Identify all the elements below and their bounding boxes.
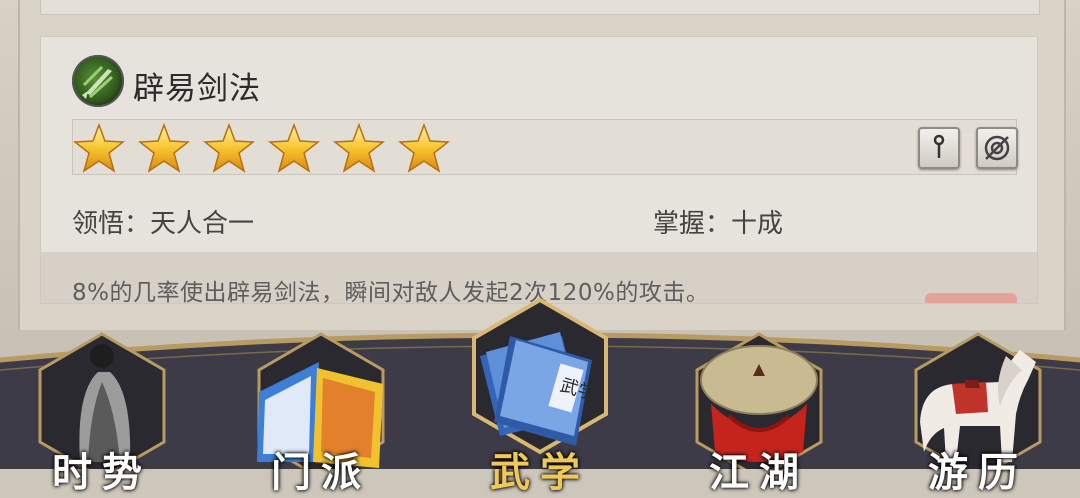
- nav-label-wuxue: 武学: [490, 449, 590, 496]
- bottom-nav: 时势 门派 武学 武学 江湖 游历: [0, 297, 1080, 496]
- star-icon: [203, 123, 255, 173]
- star-icon: [138, 123, 190, 173]
- nav-label-jianghu: 江湖: [709, 449, 809, 496]
- nav-item-jianghu[interactable]: 江湖: [689, 322, 829, 496]
- skill-description: 8%的几率使出辟易剑法，瞬间对敌人发起2次120%的攻击。: [72, 280, 710, 304]
- key-icon: [933, 134, 945, 158]
- nav-item-wuxue[interactable]: 武学 武学: [470, 296, 610, 496]
- red-badge: [925, 293, 1017, 303]
- star-rating: [73, 123, 450, 173]
- target-icon: [984, 135, 1010, 161]
- sword-skill-icon: [72, 55, 124, 107]
- comprehension-label: 领悟：天人合一: [72, 209, 255, 239]
- star-icon: [268, 123, 320, 173]
- skill-card[interactable]: 辟易剑法 领悟：天人合一 掌握：十成 8%的几率使出辟易剑法，瞬间对敌人发起2次…: [40, 36, 1038, 304]
- star-icon: [333, 123, 385, 173]
- nav-item-youli[interactable]: 游历: [908, 322, 1048, 496]
- target-icon-button[interactable]: [976, 127, 1018, 169]
- nav-item-menpai[interactable]: 门派: [251, 322, 391, 496]
- star-icon: [73, 123, 125, 173]
- star-icon: [398, 123, 450, 173]
- key-icon-button[interactable]: [918, 127, 960, 169]
- nav-label-youli: 游历: [928, 449, 1028, 496]
- star-rating-bar: [72, 119, 1018, 175]
- skill-name: 辟易剑法: [133, 71, 261, 107]
- previous-skill-card: [40, 0, 1040, 15]
- nav-item-shishi[interactable]: 时势: [32, 322, 172, 496]
- mastery-label: 掌握：十成: [653, 209, 784, 239]
- nav-label-shishi: 时势: [52, 449, 152, 496]
- nav-label-menpai: 门派: [271, 449, 371, 496]
